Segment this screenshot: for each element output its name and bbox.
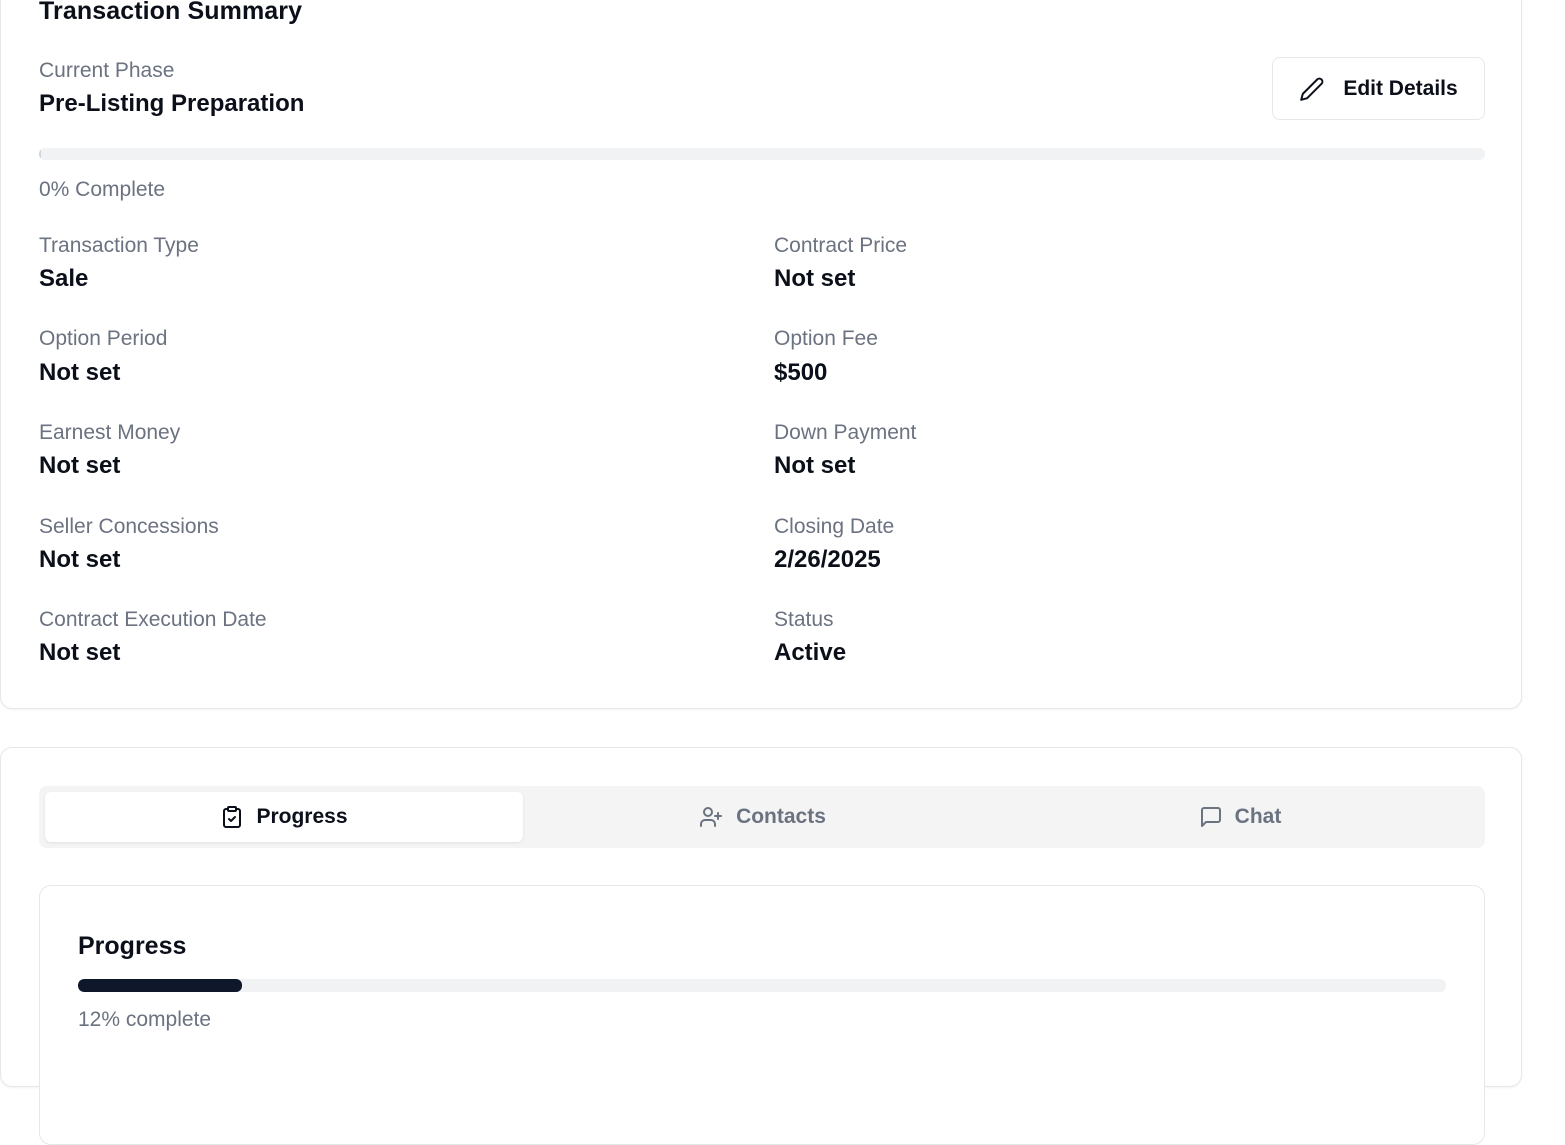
phase-progress-fill (39, 148, 41, 160)
status-label: Status (774, 608, 834, 631)
status-value: Active (774, 639, 847, 666)
user-plus-icon (698, 805, 724, 829)
option-period-value: Not set (39, 359, 121, 386)
option-fee-value: $500 (774, 359, 828, 386)
phase-progress-text: 0% Complete (39, 178, 166, 201)
tab-progress[interactable]: Progress (45, 792, 523, 842)
phase-progress-bar (39, 148, 1485, 160)
clipboard-check-icon (220, 805, 244, 829)
current-phase-value: Pre-Listing Preparation (39, 90, 305, 117)
overall-progress-fill (78, 979, 243, 992)
transaction-type-value: Sale (39, 265, 89, 292)
progress-panel-title: Progress (78, 932, 187, 960)
option-period-label: Option Period (39, 327, 168, 350)
tab-chat[interactable]: Chat (1001, 792, 1479, 842)
contract-execution-date-value: Not set (39, 639, 121, 666)
down-payment-value: Not set (774, 452, 856, 479)
contract-price-label: Contract Price (774, 234, 908, 257)
seller-concessions-label: Seller Concessions (39, 515, 219, 538)
earnest-money-value: Not set (39, 452, 121, 479)
overall-progress-bar (78, 979, 1446, 992)
earnest-money-label: Earnest Money (39, 421, 181, 444)
tab-contacts[interactable]: Contacts (523, 792, 1001, 842)
contract-execution-date-label: Contract Execution Date (39, 608, 267, 631)
tabs-card: Progress Contacts Chat Progress 12% comp… (0, 747, 1522, 1145)
closing-date-label: Closing Date (774, 515, 895, 538)
tab-progress-label: Progress (256, 805, 348, 828)
edit-details-button[interactable]: Edit Details (1272, 57, 1485, 120)
overall-progress-text: 12% complete (78, 1008, 212, 1031)
down-payment-label: Down Payment (774, 421, 917, 444)
transaction-type-label: Transaction Type (39, 234, 199, 257)
current-phase-label: Current Phase (39, 59, 175, 82)
pencil-icon (1299, 76, 1325, 102)
closing-date-value: 2/26/2025 (774, 546, 881, 573)
summary-title: Transaction Summary (39, 0, 303, 25)
progress-panel: Progress 12% complete (39, 885, 1485, 1145)
option-fee-label: Option Fee (774, 327, 878, 350)
contract-price-value: Not set (774, 265, 856, 292)
message-square-icon (1199, 805, 1223, 829)
seller-concessions-value: Not set (39, 546, 121, 573)
tab-contacts-label: Contacts (736, 805, 826, 828)
edit-details-label: Edit Details (1343, 76, 1458, 100)
tab-list: Progress Contacts Chat (39, 786, 1485, 848)
transaction-summary-card: Transaction Summary Current Phase Pre-Li… (0, 0, 1522, 709)
tab-chat-label: Chat (1234, 805, 1282, 828)
